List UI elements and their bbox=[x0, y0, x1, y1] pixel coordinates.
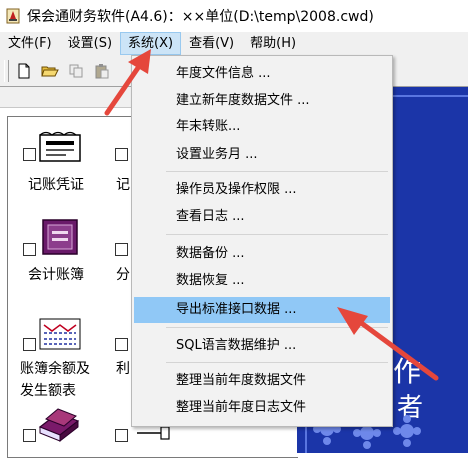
app-icon bbox=[6, 8, 20, 24]
menu-item-data-backup[interactable]: 数据备份 ... bbox=[134, 242, 390, 266]
menu-file[interactable]: 文件(F) bbox=[0, 32, 60, 55]
module-checkbox[interactable] bbox=[23, 243, 36, 256]
menu-separator bbox=[166, 171, 388, 172]
menu-item-operator-permissions[interactable]: 操作员及操作权限 ... bbox=[134, 178, 390, 202]
menu-separator bbox=[166, 362, 388, 363]
menu-item-year-file-info[interactable]: 年度文件信息 ... bbox=[134, 62, 390, 86]
copy-button[interactable] bbox=[65, 60, 87, 82]
module-checkbox[interactable] bbox=[23, 148, 36, 161]
menu-item-compact-year-log[interactable]: 整理当前年度日志文件 bbox=[134, 396, 390, 420]
menu-item-year-end-transfer[interactable]: 年末转账... bbox=[134, 115, 390, 139]
title-bar: 保会通财务软件(A4.6)：××单位(D:\temp\2008.cwd) bbox=[0, 0, 468, 32]
module-checkbox[interactable] bbox=[23, 429, 36, 442]
book-stack-icon[interactable] bbox=[38, 405, 80, 443]
system-menu-dropdown: 年度文件信息 ... 建立新年度数据文件 ... 年末转账... 设置业务月 .… bbox=[131, 55, 393, 427]
module-label: 会计账簿 bbox=[28, 267, 84, 283]
module-checkbox[interactable] bbox=[115, 243, 128, 256]
menu-item-create-year-file[interactable]: 建立新年度数据文件 ... bbox=[134, 89, 390, 113]
open-folder-icon bbox=[41, 66, 59, 76]
voucher-icon[interactable] bbox=[38, 129, 82, 165]
new-document-button[interactable] bbox=[13, 60, 35, 82]
background-char: 作 bbox=[393, 355, 422, 388]
toolbar-grip[interactable] bbox=[4, 59, 9, 82]
module-checkbox[interactable] bbox=[115, 429, 128, 442]
menu-item-view-log[interactable]: 查看日志 ... bbox=[134, 205, 390, 229]
paste-button[interactable] bbox=[91, 60, 113, 82]
paste-icon bbox=[95, 63, 109, 78]
menu-settings[interactable]: 设置(S) bbox=[60, 32, 120, 55]
new-document-icon bbox=[18, 63, 30, 78]
menu-separator bbox=[166, 327, 388, 328]
menu-bar: 文件(F) 设置(S) 系统(X) 查看(V) 帮助(H) bbox=[0, 32, 468, 55]
menu-item-sql-maintenance[interactable]: SQL语言数据维护 ... bbox=[134, 334, 390, 358]
module-checkbox[interactable] bbox=[23, 338, 36, 351]
menu-item-export-standard-interface[interactable]: 导出标准接口数据 ... bbox=[134, 297, 390, 323]
menu-help[interactable]: 帮助(H) bbox=[242, 32, 304, 55]
copy-icon bbox=[69, 64, 83, 77]
module-checkbox[interactable] bbox=[115, 148, 128, 161]
ledger-book-icon[interactable] bbox=[40, 217, 80, 257]
menu-system[interactable]: 系统(X) bbox=[120, 32, 182, 55]
module-label: 记账凭证 bbox=[28, 177, 84, 193]
module-label: 分 bbox=[116, 267, 130, 283]
module-label: 利 bbox=[116, 361, 130, 377]
module-label: 账簿余额及 bbox=[20, 361, 90, 377]
balance-table-icon[interactable] bbox=[38, 317, 82, 351]
module-label: 发生额表 bbox=[20, 383, 76, 399]
menu-item-data-restore[interactable]: 数据恢复 ... bbox=[134, 269, 390, 293]
module-label: 记 bbox=[116, 177, 130, 193]
module-checkbox[interactable] bbox=[115, 338, 128, 351]
open-folder-button[interactable] bbox=[39, 60, 61, 82]
menu-item-compact-year-data[interactable]: 整理当前年度数据文件 bbox=[134, 369, 390, 393]
menu-item-set-business-month[interactable]: 设置业务月 ... bbox=[134, 143, 390, 167]
menu-view[interactable]: 查看(V) bbox=[181, 32, 242, 55]
window-title: 保会通财务软件(A4.6)：××单位(D:\temp\2008.cwd) bbox=[27, 9, 374, 25]
menu-separator bbox=[166, 234, 388, 235]
